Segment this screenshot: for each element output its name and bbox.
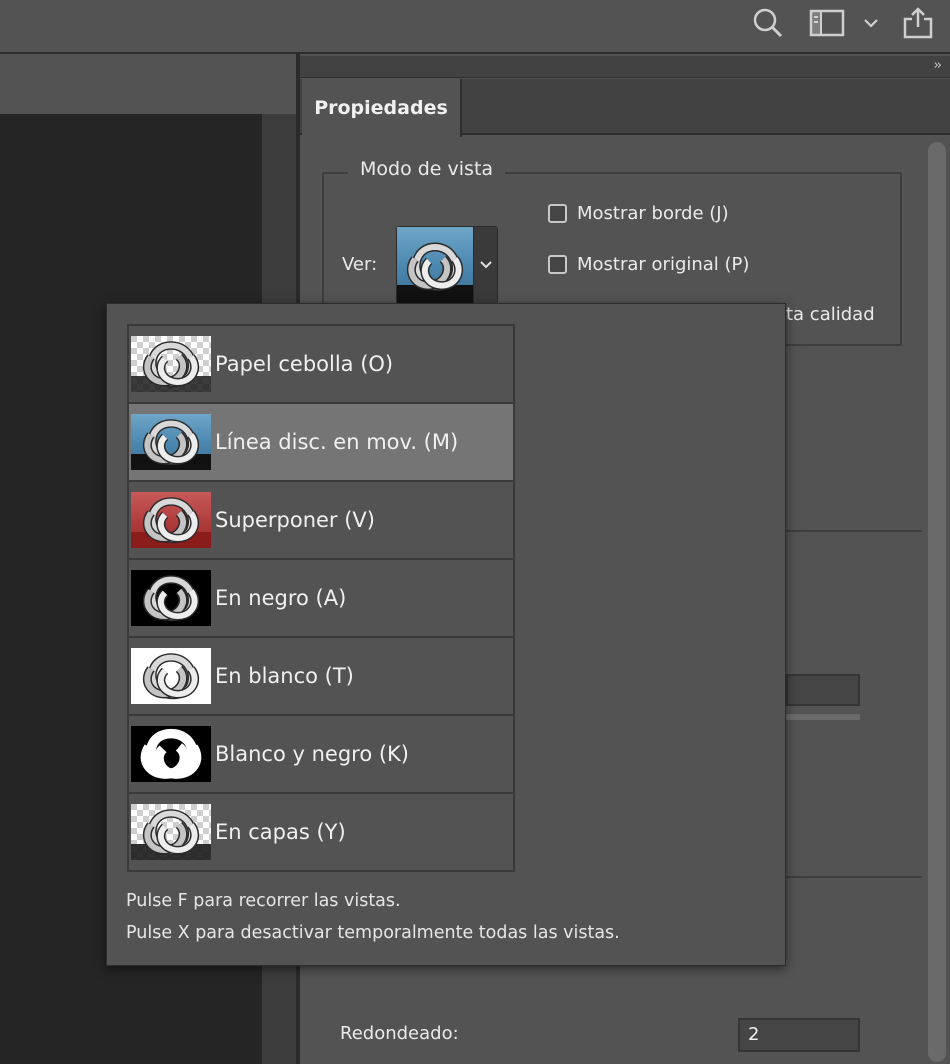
top-toolbar	[0, 0, 950, 54]
view-option-on-black[interactable]: En negro (A)	[129, 560, 513, 638]
section-divider	[786, 876, 922, 878]
view-option-label: En blanco (T)	[215, 664, 354, 688]
view-option-label: Papel cebolla (O)	[215, 352, 394, 376]
on-layers-thumb-icon	[131, 804, 211, 860]
collapse-panel-icon[interactable]: ››	[934, 58, 943, 73]
smooth-input[interactable]: 2	[738, 1018, 860, 1052]
show-edge-checkbox-row[interactable]: Mostrar borde (J)	[548, 203, 729, 224]
tab-properties[interactable]: Propiedades	[302, 79, 462, 137]
view-option-label: En capas (Y)	[215, 820, 346, 844]
view-option-onion-skin[interactable]: Papel cebolla (O)	[129, 326, 513, 404]
view-option-label: Línea disc. en mov. (M)	[215, 430, 459, 454]
hidden-value-input[interactable]	[786, 674, 860, 706]
onion-skin-thumb-icon	[131, 336, 211, 392]
show-original-checkbox-row[interactable]: Mostrar original (P)	[548, 254, 749, 275]
hint-text: Pulse X para desactivar temporalmente to…	[126, 923, 620, 943]
view-mode-legend: Modo de vista	[348, 158, 506, 180]
app-window: ›› Propiedades Modo de vista Ver: Mostra…	[0, 0, 950, 1064]
view-option-on-white[interactable]: En blanco (T)	[129, 638, 513, 716]
view-option-marching-ants[interactable]: Línea disc. en mov. (M)	[129, 404, 513, 482]
view-option-label: Blanco y negro (K)	[215, 742, 410, 766]
hidden-slider[interactable]	[786, 714, 860, 720]
hint-text: Pulse F para recorrer las vistas.	[126, 891, 401, 911]
chevron-down-icon[interactable]	[858, 6, 884, 40]
black-white-thumb-icon	[131, 726, 211, 782]
show-edge-label: Mostrar borde (J)	[577, 203, 729, 224]
view-label: Ver:	[342, 254, 378, 275]
view-mode-list: Papel cebolla (O) Línea disc. en mov. (M…	[127, 324, 515, 872]
view-mode-dropdown: Papel cebolla (O) Línea disc. en mov. (M…	[106, 303, 786, 966]
overlay-red-thumb-icon	[131, 492, 211, 548]
view-option-label: Superponer (V)	[215, 508, 375, 532]
marching-ants-thumb-icon	[397, 227, 473, 303]
panel-tab-row: Propiedades	[300, 79, 950, 137]
share-icon[interactable]	[898, 6, 938, 40]
show-edge-checkbox[interactable]	[548, 204, 567, 223]
scrollbar-thumb[interactable]	[928, 142, 946, 1062]
view-option-black-white[interactable]: Blanco y negro (K)	[129, 716, 513, 794]
view-option-on-layers[interactable]: En capas (Y)	[129, 794, 513, 872]
chevron-down-icon[interactable]	[473, 227, 497, 303]
document-tab-strip	[0, 56, 296, 114]
high-quality-preview-label: ta calidad	[786, 304, 875, 325]
on-white-thumb-icon	[131, 648, 211, 704]
section-divider	[786, 530, 922, 532]
view-option-overlay[interactable]: Superponer (V)	[129, 482, 513, 560]
on-black-thumb-icon	[131, 570, 211, 626]
view-option-label: En negro (A)	[215, 586, 347, 610]
show-original-checkbox[interactable]	[548, 255, 567, 274]
panel-header-strip: ››	[300, 56, 950, 78]
marching-ants-thumb-icon	[131, 414, 211, 470]
show-original-label: Mostrar original (P)	[577, 254, 750, 275]
workspace-icon[interactable]	[808, 6, 846, 40]
search-icon[interactable]	[750, 6, 786, 40]
smooth-label: Redondeado:	[340, 1023, 459, 1044]
view-mode-selector[interactable]	[396, 226, 498, 304]
